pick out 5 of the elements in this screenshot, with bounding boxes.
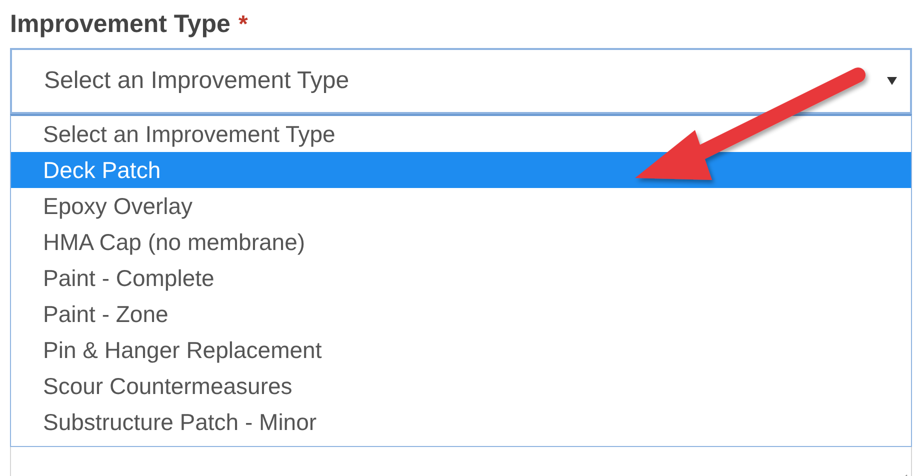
text-area[interactable] <box>10 447 912 476</box>
field-label: Improvement Type <box>10 10 230 39</box>
improvement-type-select[interactable]: Select an Improvement Type <box>10 48 912 114</box>
caret-icon <box>886 76 898 86</box>
required-mark: * <box>238 11 248 39</box>
